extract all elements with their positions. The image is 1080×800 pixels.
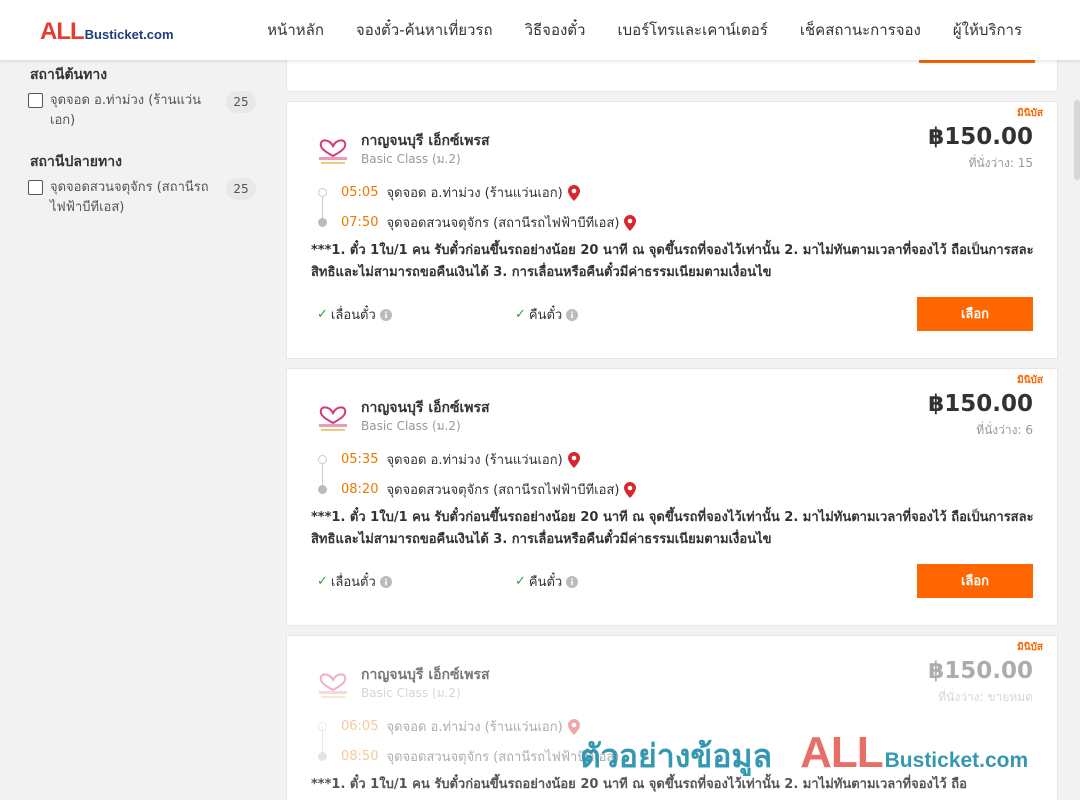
operator-logo-icon	[319, 139, 347, 164]
bus-class: Basic Class (ม.2)	[361, 686, 461, 700]
nav-how-to-book[interactable]: วิธีจองตั๋ว	[525, 18, 586, 42]
check-icon: ✓	[317, 307, 328, 322]
info-icon[interactable]	[379, 308, 392, 321]
check-icon: ✓	[317, 574, 328, 589]
trip-card: มินิบัส กาญจนบุรี เอ็กซ์เพรส Basic Class…	[286, 368, 1058, 626]
refund-label: คืนตั๋ว	[528, 308, 563, 323]
arrival-dot	[318, 218, 327, 227]
departure-time: 05:05	[341, 185, 379, 200]
arrival-stop-name: จุดจอดสวนจตุจักร (สถานีรถไฟฟ้าบีทีเอส)	[386, 750, 620, 765]
check-icon: ✓	[515, 307, 526, 322]
refund-feature: ✓ คืนตั๋ว	[515, 304, 579, 325]
select-trip-button[interactable]: เลือก	[917, 297, 1033, 331]
site-header: ALL Busticket.com หน้าหลัก จองตั๋ว-ค้นหา…	[0, 0, 1080, 60]
map-pin-icon[interactable]	[567, 184, 580, 201]
destination-filter-count: 25	[226, 178, 256, 200]
seats-available: ที่นั่งว่าง: 6	[976, 423, 1033, 437]
map-pin-icon[interactable]	[624, 481, 637, 498]
trip-price: ฿150.00	[928, 658, 1033, 684]
refund-label: คืนตั๋ว	[528, 575, 563, 590]
main-nav: หน้าหลัก จองตั๋ว-ค้นหาเที่ยวรถ วิธีจองตั…	[267, 0, 1022, 60]
origin-checkbox[interactable]	[28, 93, 43, 108]
trip-price: ฿150.00	[928, 124, 1033, 150]
origin-filter-count: 25	[226, 91, 256, 113]
operator-name: กาญจนบุรี เอ็กซ์เพรส	[361, 133, 490, 149]
trip-card: มินิบัส กาญจนบุรี เอ็กซ์เพรส Basic Class…	[286, 101, 1058, 359]
bus-type-label: มินิบัส	[1017, 642, 1043, 653]
operator-name: กาญจนบุรี เอ็กซ์เพรส	[361, 667, 490, 683]
seats-available: ที่นั่งว่าง: 15	[968, 156, 1033, 170]
logo-all-text: ALL	[40, 18, 85, 45]
operator-name: กาญจนบุรี เอ็กซ์เพรส	[361, 400, 490, 416]
filter-sidebar: สถานีต้นทาง จุดจอด อ.ท่าม่วง (ร้านแว่นเอ…	[0, 60, 272, 800]
bus-type-label: มินิบัส	[1017, 375, 1043, 386]
operator-logo-icon	[319, 673, 347, 698]
info-icon[interactable]	[379, 575, 392, 588]
refund-feature: ✓ คืนตั๋ว	[515, 571, 579, 592]
nav-phone-counters[interactable]: เบอร์โทรและเคาน์เตอร์	[617, 18, 767, 42]
nav-home[interactable]: หน้าหลัก	[267, 18, 324, 42]
trip-notice: ***1. ตั๋ว 1ใบ/1 คน รับตั๋วก่อนขึ้นรถอย่…	[311, 243, 1034, 280]
departure-stop: 06:05 จุดจอด อ.ท่าม่วง (ร้านแว่นเอก)	[341, 716, 580, 737]
bus-type-label: มินิบัส	[1017, 108, 1043, 119]
arrival-stop: 08:20 จุดจอดสวนจตุจักร (สถานีรถไฟฟ้าบีที…	[341, 479, 637, 500]
departure-time: 06:05	[341, 719, 379, 734]
bus-class: Basic Class (ม.2)	[361, 419, 461, 433]
reschedule-feature: ✓ เลื่อนตั๋ว	[317, 304, 392, 325]
bus-class: Basic Class (ม.2)	[361, 152, 461, 166]
departure-dot	[318, 722, 327, 731]
page-scrollbar[interactable]	[1074, 100, 1080, 180]
info-icon[interactable]	[566, 308, 579, 321]
arrival-time: 08:50	[341, 749, 379, 764]
destination-filter-option[interactable]: จุดจอดสวนจตุจักร (สถานีรถไฟฟ้าบีทีเอส) 2…	[28, 178, 256, 218]
arrival-stop-name: จุดจอดสวนจตุจักร (สถานีรถไฟฟ้าบีทีเอส)	[386, 483, 620, 498]
arrival-dot	[318, 485, 327, 494]
trip-card-sold-out: มินิบัส กาญจนบุรี เอ็กซ์เพรส Basic Class…	[286, 635, 1058, 800]
nav-check-status[interactable]: เช็คสถานะการจอง	[800, 18, 921, 42]
seats-available: ที่นั่งว่าง: ขายหมด	[938, 690, 1033, 704]
arrival-dot	[318, 752, 327, 761]
arrival-stop: 08:50 จุดจอดสวนจตุจักร (สถานีรถไฟฟ้าบีที…	[341, 746, 619, 767]
origin-filter-title: สถานีต้นทาง	[30, 67, 108, 83]
reschedule-label: เลื่อนตั๋ว	[330, 308, 376, 323]
departure-stop-name: จุดจอด อ.ท่าม่วง (ร้านแว่นเอก)	[386, 453, 563, 468]
arrival-time: 07:50	[341, 215, 379, 230]
departure-dot	[318, 455, 327, 464]
origin-filter-option[interactable]: จุดจอด อ.ท่าม่วง (ร้านแว่นเอก) 25	[28, 91, 256, 131]
arrival-time: 08:20	[341, 482, 379, 497]
destination-filter-label: จุดจอดสวนจตุจักร (สถานีรถไฟฟ้าบีทีเอส)	[50, 180, 209, 215]
destination-checkbox[interactable]	[28, 180, 43, 195]
departure-dot	[318, 188, 327, 197]
operator-logo-icon	[319, 406, 347, 431]
destination-filter-title: สถานีปลายทาง	[30, 154, 122, 170]
select-trip-button[interactable]: เลือก	[917, 564, 1033, 598]
nav-booking-search[interactable]: จองตั๋ว-ค้นหาเที่ยวรถ	[356, 18, 493, 42]
departure-time: 05:35	[341, 452, 379, 467]
info-icon[interactable]	[566, 575, 579, 588]
departure-stop: 05:35 จุดจอด อ.ท่าม่วง (ร้านแว่นเอก)	[341, 449, 580, 470]
map-pin-icon[interactable]	[624, 214, 637, 231]
reschedule-label: เลื่อนตั๋ว	[330, 575, 376, 590]
logo-busticket-text: Busticket.com	[84, 27, 174, 42]
map-pin-icon	[567, 718, 580, 735]
origin-filter-label: จุดจอด อ.ท่าม่วง (ร้านแว่นเอก)	[50, 93, 202, 128]
check-icon: ✓	[515, 574, 526, 589]
departure-stop: 05:05 จุดจอด อ.ท่าม่วง (ร้านแว่นเอก)	[341, 182, 580, 203]
nav-operators[interactable]: ผู้ให้บริการ	[953, 18, 1022, 42]
trip-notice: ***1. ตั๋ว 1ใบ/1 คน รับตั๋วก่อนขึ้นรถอย่…	[311, 510, 1034, 547]
map-pin-icon[interactable]	[567, 451, 580, 468]
departure-stop-name: จุดจอด อ.ท่าม่วง (ร้านแว่นเอก)	[386, 720, 563, 735]
site-logo[interactable]: ALL Busticket.com	[40, 18, 174, 46]
arrival-stop: 07:50 จุดจอดสวนจตุจักร (สถานีรถไฟฟ้าบีที…	[341, 212, 637, 233]
arrival-stop-name: จุดจอดสวนจตุจักร (สถานีรถไฟฟ้าบีทีเอส)	[386, 216, 620, 231]
departure-stop-name: จุดจอด อ.ท่าม่วง (ร้านแว่นเอก)	[386, 186, 563, 201]
trip-price: ฿150.00	[928, 391, 1033, 417]
trip-notice: ***1. ตั๋ว 1ใบ/1 คน รับตั๋วก่อนขึ้นรถอย่…	[311, 777, 967, 792]
reschedule-feature: ✓ เลื่อนตั๋ว	[317, 571, 392, 592]
